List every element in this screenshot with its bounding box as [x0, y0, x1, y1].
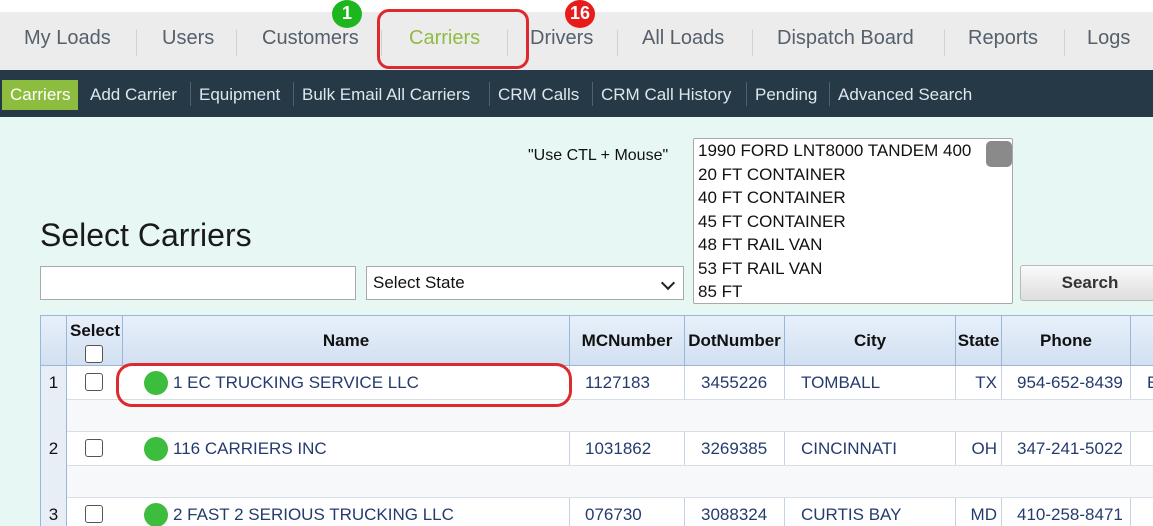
extra-cell — [1131, 432, 1153, 465]
nav-customers[interactable]: Customers — [262, 27, 359, 50]
subnav-crm-calls[interactable]: CRM Calls — [498, 80, 579, 110]
page-title: Select Carriers — [40, 217, 252, 253]
header-select-label: Select — [70, 321, 121, 340]
state: TX — [956, 366, 1002, 399]
city: TOMBALL — [785, 366, 956, 399]
subnav-crm-call-history[interactable]: CRM Call History — [601, 80, 731, 110]
subnav-separator — [190, 82, 191, 106]
extra-cell — [1131, 498, 1153, 526]
nav-separator — [136, 30, 137, 56]
carrier-name-link[interactable]: 2 FAST 2 SERIOUS TRUCKING LLC — [123, 498, 570, 526]
equipment-option[interactable]: 20 FT CONTAINER — [694, 163, 1012, 187]
nav-drivers[interactable]: Drivers — [530, 27, 593, 50]
subnav-advanced-search[interactable]: Advanced Search — [838, 80, 972, 110]
equipment-option[interactable]: 85 FT — [694, 280, 1012, 303]
status-dot-green-icon — [144, 437, 168, 461]
subnav-separator — [829, 82, 830, 106]
header-extra — [1131, 316, 1153, 366]
row-number-spacer — [41, 399, 67, 432]
nav-separator — [752, 30, 753, 56]
city: CINCINNATI — [785, 432, 956, 465]
nav-users[interactable]: Users — [162, 27, 214, 50]
dot-number: 3269385 — [685, 432, 785, 465]
first-carrier-highlight — [116, 363, 572, 407]
mc-number: 1031862 — [570, 432, 685, 465]
state: MD — [956, 498, 1002, 526]
nav-separator — [944, 30, 945, 56]
subnav-separator — [293, 82, 294, 106]
chevron-down-icon — [660, 275, 676, 291]
city: CURTIS BAY — [785, 498, 956, 526]
sub-nav: Carriers Add Carrier Equipment Bulk Emai… — [0, 70, 1153, 117]
header-phone[interactable]: Phone — [1002, 316, 1131, 366]
phone: 347-241-5022 — [1002, 432, 1131, 465]
header-select: Select — [67, 316, 123, 366]
dot-number: 3088324 — [685, 498, 785, 526]
nav-logs[interactable]: Logs — [1087, 27, 1130, 50]
row-number: 1 — [41, 366, 67, 399]
mc-number: 1127183 — [570, 366, 685, 399]
nav-separator — [1064, 30, 1065, 56]
nav-my-loads[interactable]: My Loads — [24, 27, 111, 50]
header-city[interactable]: City — [785, 316, 956, 366]
carrier-name-link[interactable]: 116 CARRIERS INC — [123, 432, 570, 465]
subnav-pending[interactable]: Pending — [755, 80, 817, 110]
equipment-listbox[interactable]: 1990 FORD LNT8000 TANDEM 400 20 FT CONTA… — [693, 138, 1013, 304]
header-state[interactable]: State — [956, 316, 1002, 366]
nav-separator — [617, 30, 618, 56]
row-select-checkbox[interactable] — [85, 505, 103, 523]
header-name[interactable]: Name — [123, 316, 570, 366]
state: OH — [956, 432, 1002, 465]
equipment-option[interactable]: 53 FT RAIL VAN — [694, 257, 1012, 281]
subnav-separator — [489, 82, 490, 106]
equipment-option[interactable]: 1990 FORD LNT8000 TANDEM 400 — [694, 139, 1012, 163]
nav-all-loads[interactable]: All Loads — [642, 27, 724, 50]
header-rownum — [41, 316, 67, 366]
subnav-separator — [746, 82, 747, 106]
drivers-badge: 16 — [565, 0, 595, 28]
nav-dispatch-board[interactable]: Dispatch Board — [777, 27, 914, 50]
state-select-value: Select State — [373, 273, 465, 292]
state-select[interactable]: Select State — [366, 266, 684, 300]
row-number: 3 — [41, 498, 67, 526]
nav-reports[interactable]: Reports — [968, 27, 1038, 50]
listbox-scrollbar-thumb[interactable] — [986, 141, 1012, 167]
row-select-checkbox[interactable] — [85, 439, 103, 457]
header-dotnumber[interactable]: DotNumber — [685, 316, 785, 366]
subnav-equipment[interactable]: Equipment — [199, 80, 280, 110]
extra-cell: E — [1131, 366, 1153, 399]
row-detail-spacer — [67, 465, 1153, 498]
row-select-checkbox[interactable] — [85, 373, 103, 391]
row-number: 2 — [41, 432, 67, 465]
mc-number: 076730 — [570, 498, 685, 526]
subnav-bulk-email[interactable]: Bulk Email All Carriers — [302, 80, 470, 110]
header-mcnumber[interactable]: MCNumber — [570, 316, 685, 366]
equipment-option[interactable]: 45 FT CONTAINER — [694, 210, 1012, 234]
dot-number: 3455226 — [685, 366, 785, 399]
subnav-separator — [592, 82, 593, 106]
nav-separator — [236, 30, 237, 56]
top-nav: My Loads Users Customers Carriers Driver… — [0, 0, 1153, 71]
equipment-option[interactable]: 40 FT CONTAINER — [694, 186, 1012, 210]
equipment-option[interactable]: 48 FT RAIL VAN — [694, 233, 1012, 257]
carriers-tab-highlight — [377, 9, 529, 69]
subnav-add-carrier[interactable]: Add Carrier — [90, 80, 177, 110]
search-button[interactable]: Search — [1020, 265, 1153, 301]
carrier-search-input[interactable] — [40, 266, 356, 300]
row-number-spacer — [41, 465, 67, 498]
carriers-table: Select Name MCNumber DotNumber City Stat… — [40, 315, 1153, 526]
equipment-hint: "Use CTL + Mouse" — [528, 147, 669, 164]
phone: 954-652-8439 — [1002, 366, 1131, 399]
subnav-carriers[interactable]: Carriers — [2, 80, 79, 110]
customers-badge: 1 — [332, 0, 362, 28]
phone: 410-258-8471 — [1002, 498, 1131, 526]
select-all-checkbox[interactable] — [85, 345, 103, 363]
